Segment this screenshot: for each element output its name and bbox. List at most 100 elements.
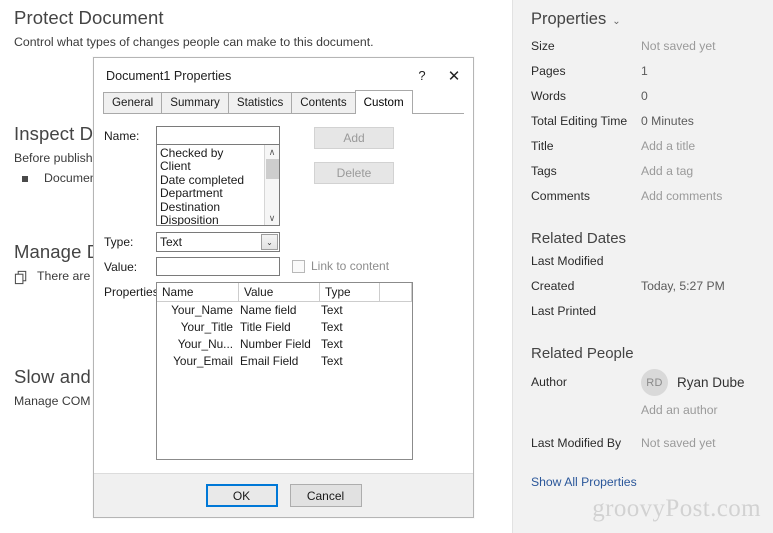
value-input[interactable] (156, 257, 280, 276)
protect-document-subtext: Control what types of changes people can… (14, 35, 374, 50)
chevron-down-icon[interactable]: ⌄ (261, 234, 278, 250)
property-value-size: Not saved yet (641, 39, 716, 53)
scrollbar-thumb[interactable] (266, 159, 279, 179)
properties-panel-title-label: Properties (531, 10, 607, 28)
dialog-title: Document1 Properties (106, 68, 232, 83)
column-header-filler (380, 283, 412, 302)
properties-label: Properties: (104, 285, 163, 299)
author-row: Author RD Ryan Dube (531, 369, 759, 403)
property-value-title[interactable]: Add a title (641, 139, 695, 153)
cell-value: Name field (240, 303, 297, 317)
close-icon[interactable]: ✕ (439, 59, 473, 92)
manage-document-bullet-text: There are n (37, 269, 101, 284)
author-chip[interactable]: RD Ryan Dube (641, 369, 745, 396)
property-row-comments[interactable]: Comments Add comments (531, 189, 759, 214)
table-row[interactable]: Your_Nu... Number Field Text (157, 336, 412, 353)
protect-document-heading: Protect Document (14, 7, 164, 28)
help-icon[interactable]: ? (405, 59, 439, 92)
ok-button[interactable]: OK (205, 484, 278, 507)
property-row-words: Words 0 (531, 89, 759, 114)
cell-value: Title Field (240, 320, 291, 334)
show-all-properties-link[interactable]: Show All Properties (531, 475, 637, 489)
properties-panel-title[interactable]: Properties ⌄ (531, 10, 759, 29)
related-date-key-created: Created (531, 279, 575, 293)
list-item[interactable]: Date completed (160, 173, 264, 187)
property-row-size: Size Not saved yet (531, 39, 759, 64)
table-row[interactable]: Your_Email Email Field Text (157, 353, 412, 370)
tab-general[interactable]: General (103, 92, 163, 113)
link-to-content-checkbox[interactable] (292, 259, 305, 273)
type-select-value: Text (160, 235, 183, 249)
cell-type: Text (321, 337, 343, 351)
property-key-size: Size (531, 39, 555, 53)
link-to-content-row[interactable]: Link to content (292, 257, 389, 273)
scroll-down-icon[interactable]: ∨ (269, 211, 276, 225)
related-date-key-last-modified: Last Modified (531, 254, 604, 268)
chevron-down-icon[interactable]: ⌄ (612, 16, 620, 27)
property-row-title[interactable]: Title Add a title (531, 139, 759, 164)
property-row-pages: Pages 1 (531, 64, 759, 89)
section-manage-document: Manage D There are n (14, 240, 101, 285)
watermark: groovyPost.com (592, 495, 761, 522)
list-item[interactable]: Checked by (160, 146, 264, 160)
name-input[interactable] (156, 126, 280, 145)
bullet-square-icon (22, 176, 28, 183)
property-value-comments[interactable]: Add comments (641, 189, 722, 203)
property-key-words: Words (531, 89, 566, 103)
dialog-titlebar[interactable]: Document1 Properties ? ✕ (94, 58, 473, 93)
tab-contents[interactable]: Contents (291, 92, 356, 113)
cell-name: Your_Title (180, 320, 233, 334)
add-author-row[interactable]: Add an author (531, 403, 759, 428)
name-listbox-scrollbar[interactable]: ∧ ∨ (264, 145, 279, 225)
property-value-total-editing-time: 0 Minutes (641, 114, 694, 128)
cell-value: Email Field (240, 354, 299, 368)
scroll-up-icon[interactable]: ∧ (269, 145, 276, 159)
cancel-button[interactable]: Cancel (289, 484, 362, 507)
dialog-footer: OK Cancel (94, 473, 473, 517)
cell-value: Number Field (240, 337, 311, 351)
type-label: Type: (104, 235, 134, 249)
property-value-tags[interactable]: Add a tag (641, 164, 693, 178)
related-date-key-last-printed: Last Printed (531, 304, 597, 318)
related-date-row-created: Created Today, 5:27 PM (531, 279, 759, 304)
name-listbox[interactable]: Checked by Client Date completed Departm… (156, 145, 280, 226)
list-item[interactable]: Client (160, 159, 264, 173)
manage-document-bullet-row: There are n (14, 269, 101, 285)
table-row[interactable]: Your_Title Title Field Text (157, 319, 412, 336)
property-key-tags: Tags (531, 164, 557, 178)
avatar: RD (641, 369, 668, 396)
cell-type: Text (321, 303, 343, 317)
property-value-pages: 1 (641, 64, 648, 78)
column-header-name[interactable]: Name (157, 283, 239, 302)
add-button[interactable]: Add (314, 127, 394, 149)
list-item[interactable]: Department (160, 186, 264, 200)
add-author-link[interactable]: Add an author (641, 403, 718, 417)
related-date-row-last-modified: Last Modified (531, 254, 759, 279)
properties-table[interactable]: Name Value Type Your_Name Name field Tex… (156, 282, 413, 460)
property-row-tags[interactable]: Tags Add a tag (531, 164, 759, 189)
column-header-value[interactable]: Value (239, 283, 320, 302)
link-to-content-label: Link to content (311, 259, 390, 273)
tab-statistics[interactable]: Statistics (227, 92, 293, 113)
property-key-pages: Pages (531, 64, 566, 78)
cell-name: Your_Nu... (177, 337, 233, 351)
property-value-words: 0 (641, 89, 648, 103)
tab-custom[interactable]: Custom (354, 90, 413, 114)
manage-document-heading: Manage D (14, 241, 101, 262)
dialog-side-buttons: Add Delete (314, 126, 394, 184)
type-select[interactable]: Text ⌄ (156, 232, 280, 252)
document-properties-dialog: Document1 Properties ? ✕ General Summary… (93, 57, 474, 518)
properties-panel: Properties ⌄ Size Not saved yet Pages 1 … (512, 0, 773, 533)
value-label: Value: (104, 260, 138, 274)
list-item[interactable]: Destination (160, 200, 264, 214)
tab-summary[interactable]: Summary (161, 92, 229, 113)
properties-table-header: Name Value Type (157, 283, 412, 302)
delete-button[interactable]: Delete (314, 162, 394, 184)
column-header-type[interactable]: Type (320, 283, 380, 302)
list-item[interactable]: Disposition (160, 213, 264, 225)
table-row[interactable]: Your_Name Name field Text (157, 302, 412, 319)
documents-icon (14, 271, 27, 285)
name-listbox-items: Checked by Client Date completed Departm… (157, 145, 264, 225)
property-key-total-editing-time: Total Editing Time (531, 114, 628, 128)
property-key-comments: Comments (531, 189, 590, 203)
